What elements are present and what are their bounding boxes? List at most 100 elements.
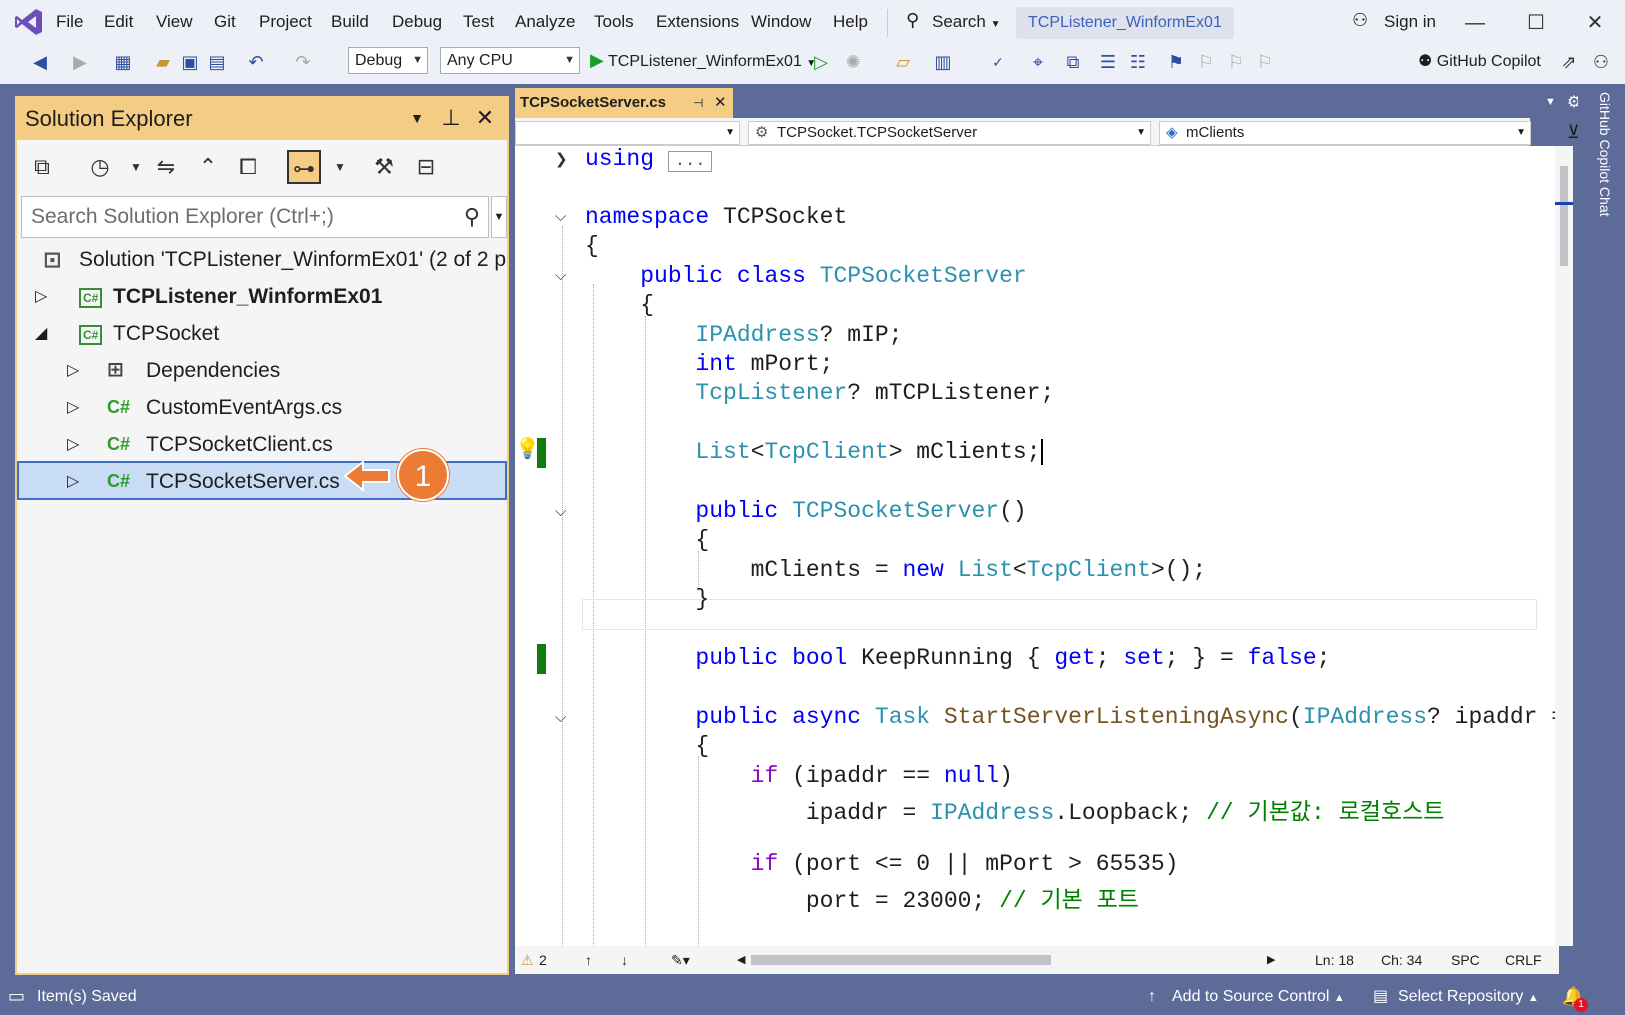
save-all-icon[interactable]: ▤ (204, 49, 230, 75)
clear-bookmarks-icon[interactable]: ⚐ (1252, 49, 1278, 75)
whitespace-mode[interactable]: SPC (1451, 946, 1480, 974)
folder-view-icon[interactable]: ▱ (890, 49, 916, 75)
tree-item-solution[interactable]: ⊡ Solution 'TCPListener_WinformEx01' (2 … (17, 241, 507, 278)
collapse-region-icon[interactable]: ⌵ (555, 709, 566, 726)
collapse-region-icon[interactable]: ⌵ (555, 503, 566, 520)
warning-count[interactable]: 2 (539, 946, 547, 974)
menu-help[interactable]: Help (833, 12, 868, 32)
select-icon[interactable]: ⌖ (1025, 49, 1051, 75)
tab-list-icon[interactable]: ▼ (1545, 96, 1556, 108)
search-options-dropdown[interactable]: ▼ (491, 196, 507, 238)
indent-icon[interactable]: ☰ (1095, 49, 1121, 75)
close-window-button[interactable]: ✕ (1580, 8, 1610, 38)
vertical-scrollbar[interactable] (1555, 146, 1573, 946)
expand-region-icon[interactable]: ❯ (555, 150, 568, 168)
bookmark-icon[interactable]: ⚑ (1163, 49, 1189, 75)
close-icon[interactable]: ✕ (471, 104, 499, 132)
maximize-button[interactable]: ☐ (1521, 8, 1551, 38)
tree-item-customeventargs[interactable]: ▷ C# CustomEventArgs.cs (17, 389, 507, 426)
expand-icon[interactable]: ▷ (67, 426, 79, 463)
tree-item-dependencies[interactable]: ▷ ⊞ Dependencies (17, 352, 507, 389)
navigate-forward-icon[interactable]: ▶ (67, 49, 93, 75)
outdent-icon[interactable]: ☷ (1125, 49, 1151, 75)
collapse-icon[interactable]: ◢ (35, 315, 47, 352)
expand-icon[interactable]: ▷ (67, 389, 79, 426)
tab-tcpsocketserver[interactable]: TCPSocketServer.cs ⊣ ✕ (515, 88, 733, 118)
sign-in-button[interactable]: Sign in (1384, 12, 1436, 32)
menu-file[interactable]: File (56, 12, 83, 32)
add-to-source-control-button[interactable]: Add to Source Control ▲ (1172, 978, 1345, 1015)
menu-project[interactable]: Project (259, 12, 312, 32)
menu-view[interactable]: View (156, 12, 193, 32)
menu-tools[interactable]: Tools (594, 12, 634, 32)
code-cleanup-icon[interactable]: ✎▾ (671, 946, 690, 974)
pin-tab-icon[interactable]: ⊣ (693, 88, 703, 118)
show-hierarchy-icon[interactable]: ⊶ (287, 150, 321, 184)
line-ending[interactable]: CRLF (1505, 946, 1542, 974)
save-icon[interactable]: ▣ (177, 49, 203, 75)
copilot-chat-tab[interactable]: GitHub Copilot Chat (1593, 92, 1613, 232)
start-without-debugging-icon[interactable]: ▷ (808, 49, 834, 75)
next-issue-icon[interactable]: ↓ (621, 946, 628, 974)
redo-icon[interactable]: ↷ (290, 49, 316, 75)
chevron-down-icon[interactable]: ▼ (119, 150, 153, 184)
collapse-region-icon[interactable]: ⌵ (555, 208, 566, 225)
search-icon[interactable]: ⚲ (906, 10, 919, 31)
collapse-region-icon[interactable]: ⌵ (555, 267, 566, 284)
output-icon[interactable]: ▭ (8, 978, 25, 1015)
minimize-button[interactable]: — (1460, 8, 1490, 38)
menu-edit[interactable]: Edit (104, 12, 133, 32)
collapsed-using-block[interactable]: ... (667, 151, 713, 172)
menu-git[interactable]: Git (214, 12, 236, 32)
preview-icon[interactable]: ⊟ (409, 150, 443, 184)
share-icon[interactable]: ⇗ (1556, 49, 1582, 75)
previous-issue-icon[interactable]: ↑ (585, 946, 592, 974)
spell-check-icon[interactable]: ✓ (985, 49, 1011, 75)
menu-window[interactable]: Window (751, 12, 811, 32)
feedback-icon[interactable]: ⚇ (1588, 49, 1614, 75)
solution-search-input[interactable]: Search Solution Explorer (Ctrl+;) ⚲ (21, 196, 489, 238)
open-folder-icon[interactable]: ▰ (150, 49, 176, 75)
type-nav-dropdown[interactable]: ⚙ TCPSocket.TCPSocketServer ▼ (748, 121, 1151, 145)
new-item-icon[interactable]: ▦ (110, 49, 136, 75)
expand-icon[interactable]: ▷ (35, 278, 47, 315)
prev-bookmark-icon[interactable]: ⚐ (1193, 49, 1219, 75)
platform-dropdown[interactable]: Any CPU ▼ (440, 47, 580, 74)
configuration-dropdown[interactable]: Debug ▼ (348, 47, 428, 74)
close-tab-icon[interactable]: ✕ (714, 88, 727, 118)
properties-icon[interactable]: ⚒ (367, 150, 401, 184)
tree-item-project-winform[interactable]: ▷ C# TCPListener_WinformEx01 (17, 278, 507, 315)
navigate-back-icon[interactable]: ◀ (27, 49, 53, 75)
undo-icon[interactable]: ↶ (243, 49, 269, 75)
next-bookmark-icon[interactable]: ⚐ (1223, 49, 1249, 75)
file-compare-icon[interactable]: ⧉ (1060, 49, 1086, 75)
expand-icon[interactable]: ▷ (67, 352, 79, 389)
account-icon[interactable]: ⚇ (1352, 10, 1368, 31)
layout-icon[interactable]: ▥ (930, 49, 956, 75)
github-copilot-button[interactable]: ⚉ GitHub Copilot (1418, 48, 1541, 75)
scroll-left-icon[interactable]: ◀ (737, 946, 745, 974)
sync-active-document-icon[interactable]: ⇋ (149, 150, 183, 184)
collapse-all-icon[interactable]: ⌃ (191, 150, 225, 184)
hot-reload-icon[interactable]: ✺ (840, 49, 866, 75)
scrollbar-thumb[interactable] (1560, 166, 1568, 266)
menu-analyze[interactable]: Analyze (515, 12, 575, 32)
pin-icon[interactable]: ⊥ (437, 104, 465, 132)
switch-views-icon[interactable]: ⧉ (25, 150, 59, 184)
panel-menu-icon[interactable]: ▼ (403, 104, 431, 132)
expand-icon[interactable]: ▷ (67, 463, 79, 498)
menu-extensions[interactable]: Extensions (656, 12, 739, 32)
tree-item-project-tcpsocket[interactable]: ◢ C# TCPSocket (17, 315, 507, 352)
menu-test[interactable]: Test (463, 12, 494, 32)
select-repository-button[interactable]: Select Repository ▲ (1398, 978, 1539, 1015)
project-nav-dropdown[interactable]: ▼ (515, 121, 740, 145)
show-all-files-icon[interactable]: ⧠ (231, 150, 265, 184)
start-debugging-button[interactable]: ▶ TCPListener_WinformEx01 ▼ (590, 47, 816, 74)
chevron-down-icon[interactable]: ▼ (323, 150, 357, 184)
warning-icon[interactable]: ⚠ (521, 946, 534, 974)
menu-debug[interactable]: Debug (392, 12, 442, 32)
scroll-right-icon[interactable]: ▶ (1267, 946, 1275, 974)
horizontal-scrollbar-thumb[interactable] (751, 955, 1051, 965)
code-editor[interactable]: ❯ ⌵ ⌵ ⌵ ⌵ 💡 using ... namespace TCPSocke… (515, 146, 1559, 946)
member-nav-dropdown[interactable]: ◈ mClients ▼ (1159, 121, 1531, 145)
